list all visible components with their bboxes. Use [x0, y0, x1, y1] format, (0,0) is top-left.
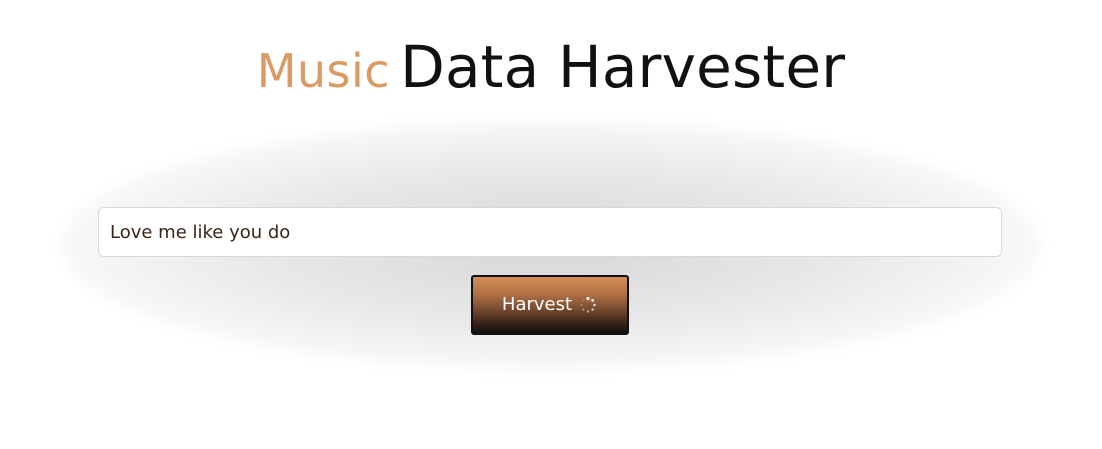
search-input[interactable]: [99, 208, 1001, 256]
spinner-icon: [578, 295, 598, 315]
title-main: Data Harvester: [400, 33, 846, 101]
app-page: MusicData Harvester Harvest: [0, 0, 1102, 449]
harvest-button[interactable]: Harvest: [471, 275, 629, 335]
harvest-button-label: Harvest: [501, 294, 573, 315]
title-accent: Music: [256, 44, 391, 98]
page-title: Music Data Harvester: [0, 38, 1102, 96]
search-input-wrapper: [98, 207, 1002, 257]
